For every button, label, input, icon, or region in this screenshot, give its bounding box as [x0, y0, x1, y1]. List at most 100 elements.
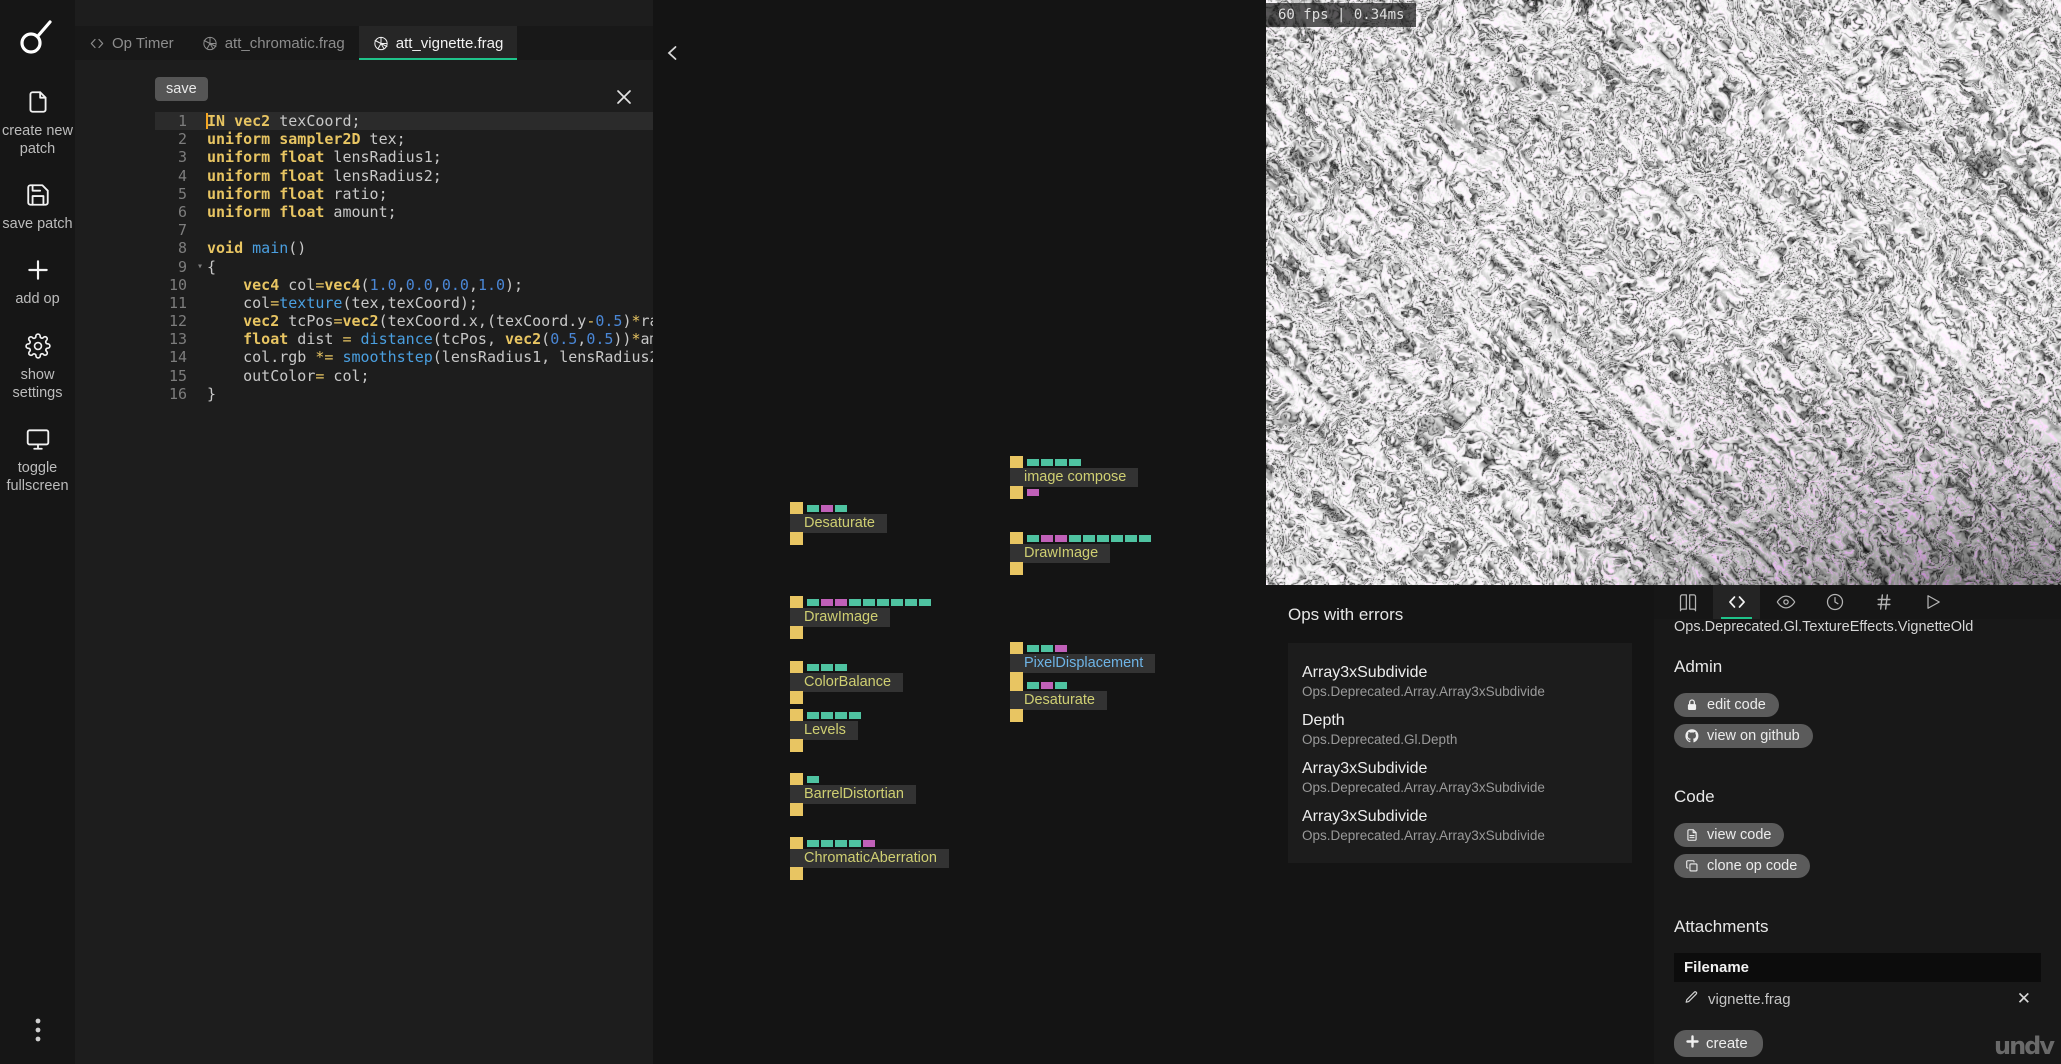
node-port-in[interactable]	[1055, 535, 1067, 542]
clone-op-code-button[interactable]: clone op code	[1674, 854, 1810, 878]
patch-node[interactable]: Levels	[790, 710, 861, 751]
node-port-in[interactable]	[807, 712, 819, 719]
view-code-button[interactable]: view code	[1674, 823, 1784, 847]
node-port-in[interactable]	[919, 599, 931, 606]
pencil-icon[interactable]	[1684, 990, 1699, 1009]
node-port-in[interactable]	[807, 840, 819, 847]
node-port-in[interactable]	[849, 840, 861, 847]
node-port-in[interactable]	[807, 505, 819, 512]
rail-item-save-patch[interactable]: save patch	[0, 180, 75, 233]
fold-marker[interactable]: ▾	[197, 258, 207, 276]
node-main-outport[interactable]	[790, 739, 803, 752]
node-main-outport[interactable]	[1010, 562, 1023, 575]
node-port-in[interactable]	[1083, 535, 1095, 542]
node-port-in[interactable]	[1041, 682, 1053, 689]
node-port-in[interactable]	[891, 599, 903, 606]
tab-att-vignette-frag[interactable]: att_vignette.frag	[359, 26, 518, 60]
patch-node[interactable]: DrawImage	[790, 597, 931, 638]
node-port-in[interactable]	[863, 840, 875, 847]
node-main-outport[interactable]	[790, 691, 803, 704]
node-port-in[interactable]	[1041, 535, 1053, 542]
patch-node[interactable]: ColorBalance	[790, 662, 903, 703]
patch-node[interactable]: PixelDisplacement	[1010, 643, 1155, 684]
patch-canvas[interactable]: image composeBasicMaterialfullscreen rec…	[653, 0, 1266, 1064]
patch-node[interactable]: DrawImage	[1010, 533, 1151, 574]
cables-logo-icon[interactable]	[10, 10, 65, 65]
node-port-in[interactable]	[821, 599, 833, 606]
patch-node[interactable]: BarrelDistortian	[790, 774, 916, 815]
node-port-in[interactable]	[1069, 535, 1081, 542]
node-port-in[interactable]	[1125, 535, 1137, 542]
node-port-in[interactable]	[1139, 535, 1151, 542]
preview-tab-numbers[interactable]	[1860, 585, 1907, 619]
node-port-in[interactable]	[1097, 535, 1109, 542]
node-port-in[interactable]	[835, 712, 847, 719]
preview-tab-timing[interactable]	[1811, 585, 1858, 619]
patch-node[interactable]: Desaturate	[790, 503, 887, 544]
node-port-in[interactable]	[1027, 645, 1039, 652]
error-row[interactable]: Array3xSubdivideOps.Deprecated.Array.Arr…	[1302, 751, 1618, 799]
node-port-in[interactable]	[821, 712, 833, 719]
node-port-out[interactable]	[1027, 489, 1039, 496]
node-port-in[interactable]	[807, 664, 819, 671]
error-row[interactable]: Array3xSubdivideOps.Deprecated.Array.Arr…	[1302, 655, 1618, 703]
preview-tab-code[interactable]	[1713, 585, 1760, 619]
node-port-in[interactable]	[821, 505, 833, 512]
error-row[interactable]: Array3xSubdivideOps.Deprecated.Array.Arr…	[1302, 799, 1618, 847]
node-port-in[interactable]	[807, 599, 819, 606]
chevron-left-icon[interactable]	[660, 40, 686, 66]
attachment-row[interactable]: vignette.frag✕	[1674, 982, 2041, 1016]
node-port-in[interactable]	[821, 840, 833, 847]
rail-item-show-settings[interactable]: show settings	[0, 331, 75, 402]
save-button[interactable]: save	[155, 77, 208, 101]
node-main-outport[interactable]	[790, 532, 803, 545]
more-vertical-icon[interactable]	[0, 1018, 75, 1042]
node-main-outport[interactable]	[1010, 486, 1023, 499]
node-port-in[interactable]	[1055, 459, 1067, 466]
node-port-in[interactable]	[849, 599, 861, 606]
close-icon[interactable]	[611, 84, 637, 110]
node-port-in[interactable]	[1027, 459, 1039, 466]
create-attachment-button[interactable]: create	[1674, 1030, 1763, 1057]
node-port-in[interactable]	[821, 664, 833, 671]
code-text[interactable]: 1IN vec2 texCoord;2uniform sampler2D tex…	[155, 112, 653, 1042]
node-port-in[interactable]	[877, 599, 889, 606]
node-port-in[interactable]	[1027, 682, 1039, 689]
rail-item-add-op[interactable]: add op	[0, 255, 75, 308]
node-port-in[interactable]	[863, 599, 875, 606]
node-main-outport[interactable]	[790, 803, 803, 816]
node-port-in[interactable]	[835, 664, 847, 671]
node-port-in[interactable]	[1055, 645, 1067, 652]
view-on-github-button[interactable]: view on github	[1674, 724, 1813, 748]
node-port-in[interactable]	[1111, 535, 1123, 542]
node-port-in[interactable]	[1041, 645, 1053, 652]
preview-tab-play[interactable]	[1909, 585, 1956, 619]
patch-node[interactable]: ChromaticAberration	[790, 838, 949, 879]
node-port-in[interactable]	[1055, 682, 1067, 689]
render-preview[interactable]	[1266, 0, 2061, 585]
patch-node[interactable]: Desaturate	[1010, 680, 1107, 721]
rail-item-create-new-patch[interactable]: create new patch	[0, 87, 75, 158]
tab-op-timer[interactable]: Op Timer	[75, 26, 188, 60]
close-icon[interactable]: ✕	[2017, 989, 2031, 1009]
node-port-in[interactable]	[1041, 459, 1053, 466]
patch-node[interactable]: image compose	[1010, 457, 1138, 498]
node-port-in[interactable]	[835, 505, 847, 512]
preview-tab-docs[interactable]	[1664, 585, 1711, 619]
node-port-in[interactable]	[835, 599, 847, 606]
preview-tab-preview[interactable]	[1762, 585, 1809, 619]
rail-item-toggle-fullscreen[interactable]: toggle fullscreen	[0, 424, 75, 495]
node-port-in[interactable]	[807, 776, 819, 783]
node-port-in[interactable]	[1069, 459, 1081, 466]
node-port-in[interactable]	[905, 599, 917, 606]
error-row[interactable]: DepthOps.Deprecated.Gl.Depth	[1302, 703, 1618, 751]
node-main-outport[interactable]	[1010, 709, 1023, 722]
node-port-in[interactable]	[1027, 535, 1039, 542]
edit-code-button[interactable]: edit code	[1674, 693, 1779, 717]
node-main-outport[interactable]	[790, 867, 803, 880]
tab-att-chromatic-frag[interactable]: att_chromatic.frag	[188, 26, 359, 60]
node-port-in[interactable]	[835, 840, 847, 847]
preview-canvas[interactable]	[1266, 0, 2061, 585]
node-port-in[interactable]	[849, 712, 861, 719]
node-main-outport[interactable]	[790, 626, 803, 639]
